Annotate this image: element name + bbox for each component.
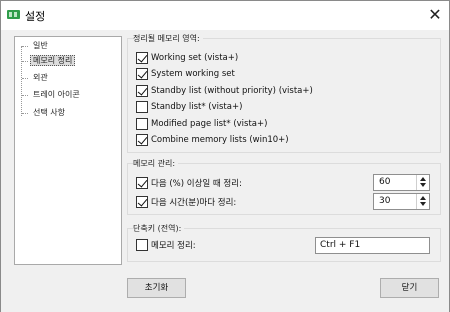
option-working-set[interactable]: Working set (vista+) <box>136 51 238 65</box>
option-standby-list[interactable]: Standby list* (vista+) <box>136 100 242 114</box>
memory-areas-title: 정리될 메모리 영역: <box>133 33 203 44</box>
window-title: 설정 <box>25 10 46 23</box>
option-modified-page-list[interactable]: Modified page list* (vista+) <box>136 117 267 131</box>
nav-item-general[interactable]: 일반 <box>22 40 51 52</box>
memory-chip-icon <box>7 10 20 19</box>
chevron-down-icon[interactable] <box>417 201 429 208</box>
stepper-buttons <box>416 175 429 190</box>
nav-item-options[interactable]: 선택 사항 <box>22 107 68 119</box>
option-system-working-set[interactable]: System working set <box>136 67 235 81</box>
checkbox[interactable] <box>136 177 148 189</box>
settings-nav-tree: 일반 메모리 정리 외관 트레이 아이콘 선택 사항 <box>14 36 122 265</box>
chevron-up-icon[interactable] <box>417 175 429 182</box>
nav-item-appearance[interactable]: 외관 <box>22 72 51 84</box>
checkbox[interactable] <box>136 118 148 130</box>
nav-item-tray-icon[interactable]: 트레이 아이콘 <box>22 89 83 101</box>
checkbox[interactable] <box>136 196 148 208</box>
hotkey-clean-rule[interactable]: 메모리 정리: <box>136 238 196 252</box>
checkbox[interactable] <box>136 85 148 97</box>
option-standby-list-no-priority[interactable]: Standby list (without priority) (vista+) <box>136 84 313 98</box>
close-icon[interactable]: ✕ <box>423 4 447 26</box>
hotkey-title: 단축키 (전역): <box>133 223 185 234</box>
reset-button[interactable]: 초기화 <box>127 278 186 298</box>
percent-threshold-rule[interactable]: 다음 (%) 이상일 때 정리: <box>136 176 242 190</box>
checkbox[interactable] <box>136 101 148 113</box>
nav-item-memory-cleaning[interactable]: 메모리 정리 <box>22 55 76 67</box>
hotkey-input[interactable]: Ctrl + F1 <box>315 237 430 254</box>
client-area: 일반 메모리 정리 외관 트레이 아이콘 선택 사항 정리될 메모리 영역: W… <box>1 30 449 312</box>
checkbox[interactable] <box>136 52 148 64</box>
settings-window: 설정 ✕ 일반 메모리 정리 외관 트레이 아이콘 선택 사항 정리될 메모리 … <box>0 0 450 312</box>
checkbox[interactable] <box>136 239 148 251</box>
option-combine-memory-lists[interactable]: Combine memory lists (win10+) <box>136 133 289 147</box>
memory-management-title: 메모리 관리: <box>133 158 179 169</box>
close-button[interactable]: 닫기 <box>380 278 439 298</box>
interval-stepper[interactable]: 30 <box>373 193 430 210</box>
percent-threshold-stepper[interactable]: 60 <box>373 174 430 191</box>
chevron-down-icon[interactable] <box>417 182 429 189</box>
checkbox[interactable] <box>136 134 148 146</box>
title-bar: 설정 ✕ <box>1 1 449 30</box>
interval-rule[interactable]: 다음 시간(분)마다 정리: <box>136 195 236 209</box>
chevron-up-icon[interactable] <box>417 194 429 201</box>
stepper-buttons <box>416 194 429 209</box>
checkbox[interactable] <box>136 68 148 80</box>
